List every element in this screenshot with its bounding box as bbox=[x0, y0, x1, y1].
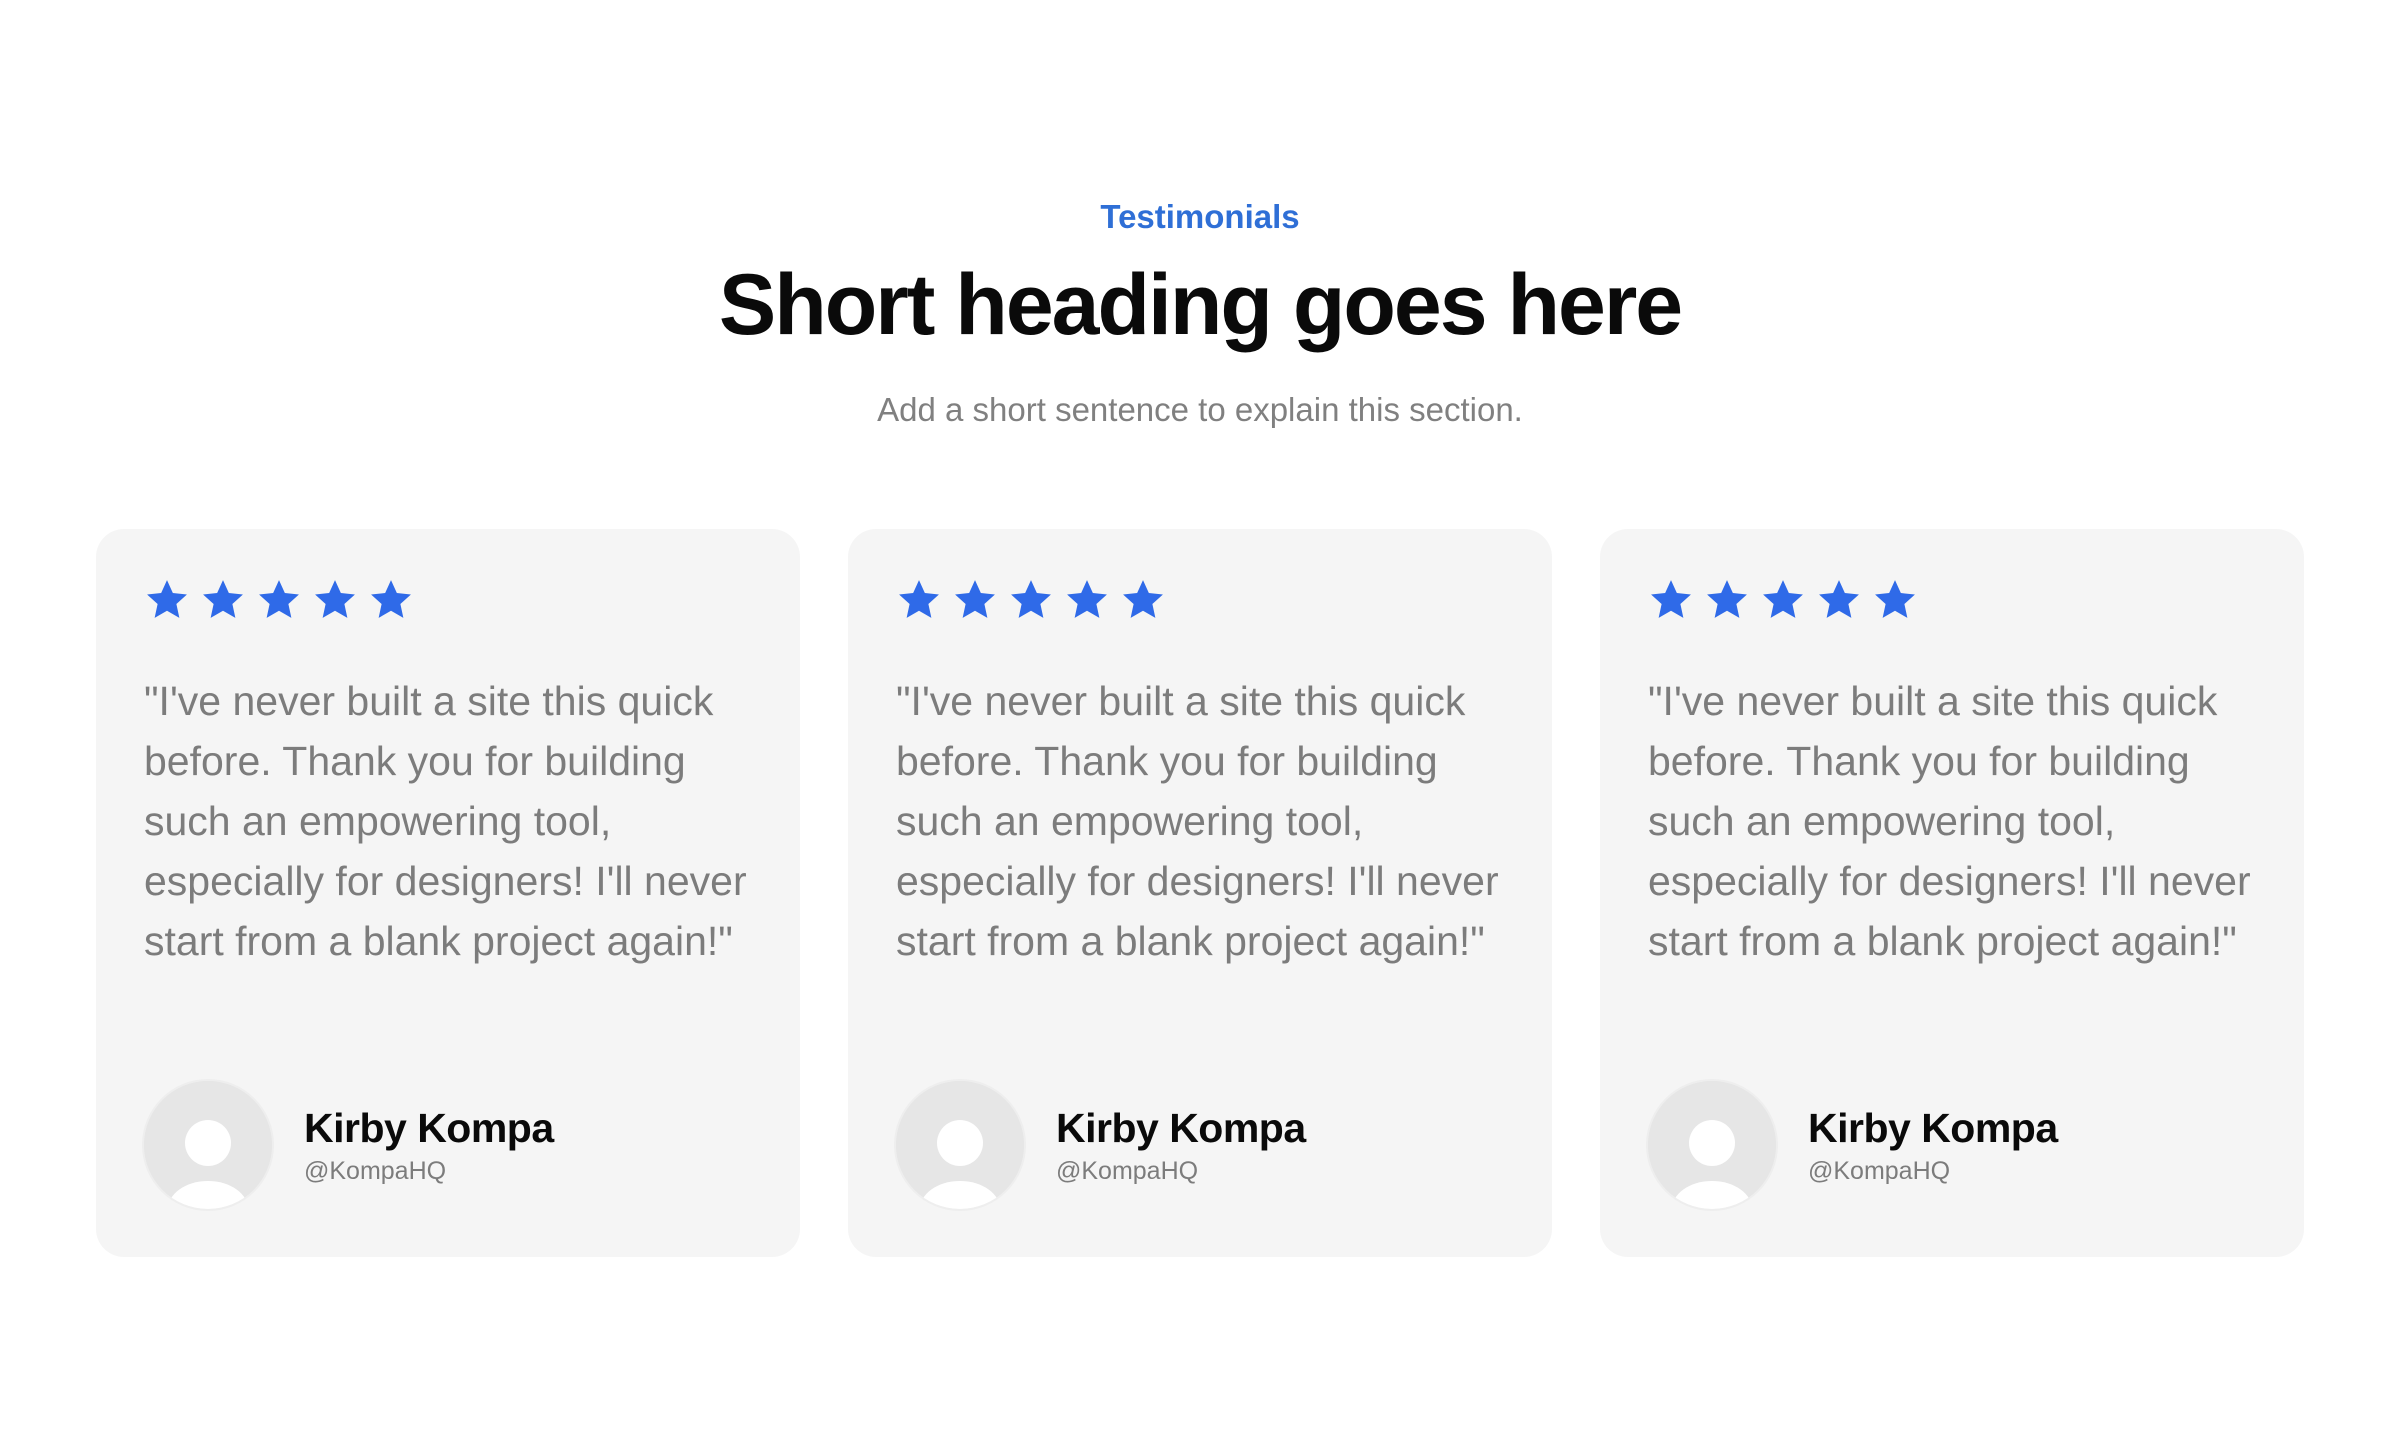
star-icon bbox=[200, 577, 246, 623]
star-icon bbox=[1760, 577, 1806, 623]
author-name: Kirby Kompa bbox=[1808, 1105, 2058, 1151]
author-handle: @KompaHQ bbox=[304, 1157, 447, 1185]
testimonial-card: "I've never built a site this quick befo… bbox=[848, 529, 1552, 1257]
testimonial-quote: "I've never built a site this quick befo… bbox=[896, 678, 1499, 964]
testimonial-quote: "I've never built a site this quick befo… bbox=[1648, 678, 2251, 964]
star-icon bbox=[1704, 577, 1750, 623]
author-name: Kirby Kompa bbox=[304, 1105, 554, 1151]
star-icon bbox=[1064, 577, 1110, 623]
star-rating bbox=[896, 577, 1166, 623]
star-rating bbox=[1648, 577, 1918, 623]
testimonial-card: "I've never built a site this quick befo… bbox=[1600, 529, 2304, 1257]
star-rating bbox=[144, 577, 414, 623]
star-icon bbox=[1816, 577, 1862, 623]
testimonial-author: Kirby Kompa @KompaHQ bbox=[1648, 1081, 2058, 1209]
testimonial-author: Kirby Kompa @KompaHQ bbox=[896, 1081, 1306, 1209]
section-subtitle: Add a short sentence to explain this sec… bbox=[877, 391, 1523, 428]
star-icon bbox=[952, 577, 998, 623]
user-avatar-icon bbox=[1648, 1081, 1776, 1209]
star-icon bbox=[256, 577, 302, 623]
star-icon bbox=[1008, 577, 1054, 623]
user-avatar-icon bbox=[896, 1081, 1024, 1209]
star-icon bbox=[312, 577, 358, 623]
testimonial-author: Kirby Kompa @KompaHQ bbox=[144, 1081, 554, 1209]
star-icon bbox=[1872, 577, 1918, 623]
star-icon bbox=[144, 577, 190, 623]
star-icon bbox=[368, 577, 414, 623]
author-handle: @KompaHQ bbox=[1808, 1157, 1951, 1185]
star-icon bbox=[1120, 577, 1166, 623]
testimonial-quote: "I've never built a site this quick befo… bbox=[144, 678, 747, 964]
author-handle: @KompaHQ bbox=[1056, 1157, 1199, 1185]
section-eyebrow: Testimonials bbox=[1100, 198, 1300, 235]
section-heading: Short heading goes here bbox=[718, 257, 1683, 353]
star-icon bbox=[1648, 577, 1694, 623]
author-name: Kirby Kompa bbox=[1056, 1105, 1306, 1151]
testimonials-section: Testimonials Short heading goes here Add… bbox=[0, 0, 2400, 1448]
star-icon bbox=[896, 577, 942, 623]
testimonial-card: "I've never built a site this quick befo… bbox=[96, 529, 800, 1257]
user-avatar-icon bbox=[144, 1081, 272, 1209]
